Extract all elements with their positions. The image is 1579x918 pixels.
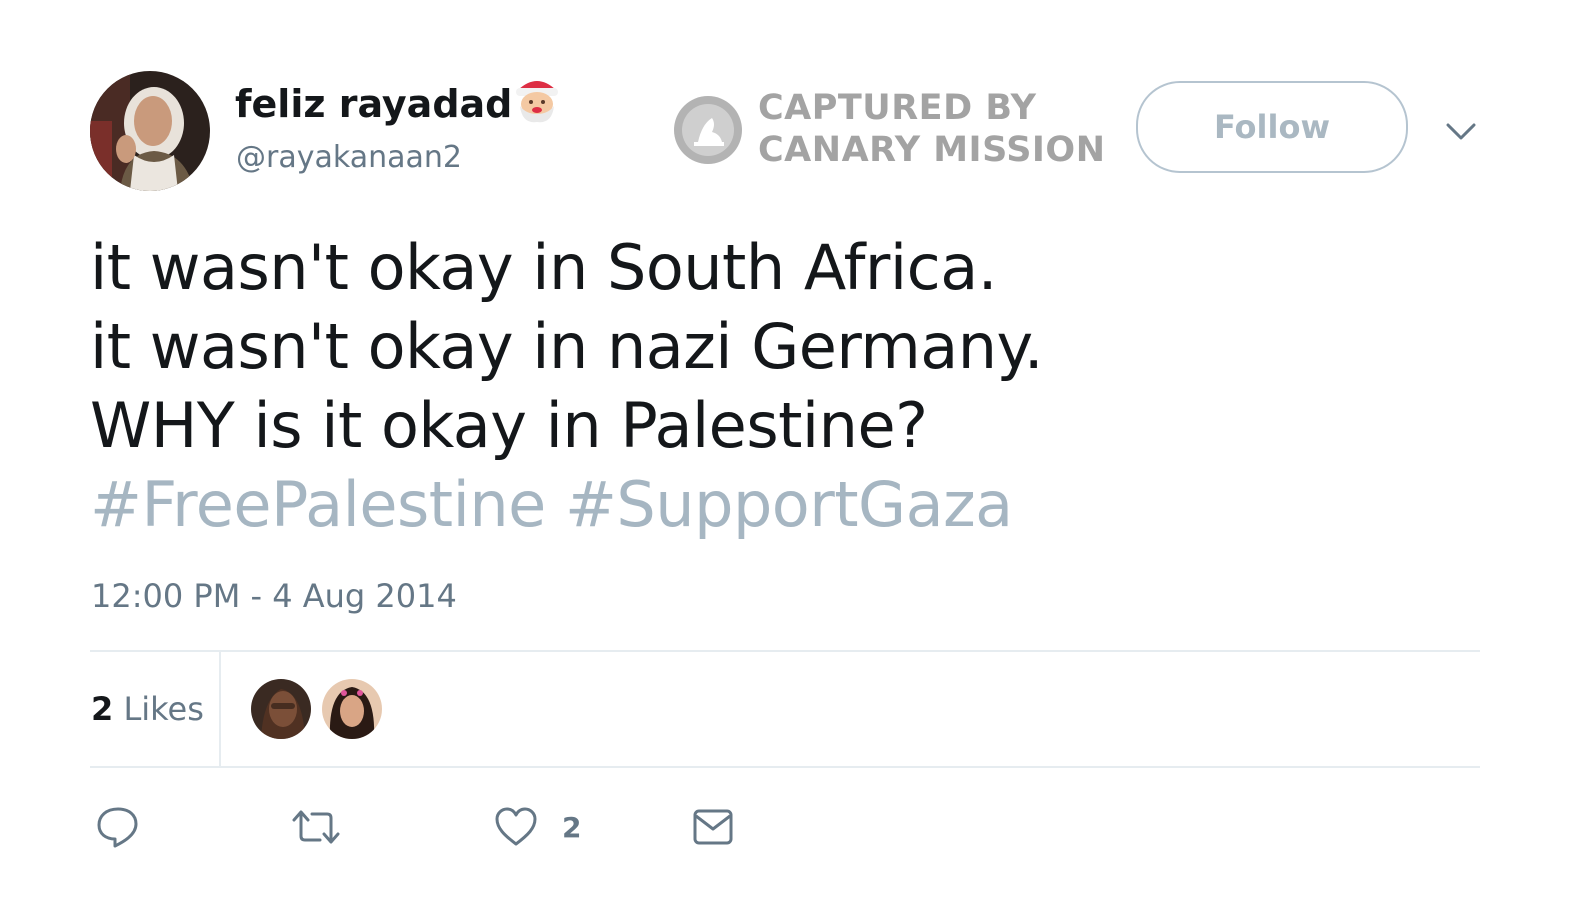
likes-count: 2 [91, 690, 114, 728]
like-count: 2 [562, 811, 582, 844]
tweet-timestamp[interactable]: 12:00 PM - 4 Aug 2014 [91, 575, 457, 617]
tweet-line: WHY is it okay in Palestine? [90, 389, 928, 462]
tweet-line: it wasn't okay in South Africa. [90, 231, 997, 304]
hashtag-link[interactable]: #SupportGaza [565, 468, 1013, 541]
likes-label: Likes [123, 690, 204, 728]
chevron-down-icon[interactable] [1444, 116, 1478, 146]
retweet-icon[interactable] [290, 808, 342, 846]
tweet-line: it wasn't okay in nazi Germany. [90, 310, 1044, 383]
author-avatar[interactable] [90, 71, 210, 191]
divider [90, 650, 1480, 652]
hashtag-line: #FreePalestine #SupportGaza [90, 465, 1043, 544]
canary-mission-logo-icon [674, 96, 742, 164]
tweet-text: it wasn't okay in South Africa. it wasn'… [90, 228, 1044, 544]
stats-divider [219, 652, 221, 766]
watermark-line-2: CANARY MISSION [758, 130, 1106, 170]
liker-avatar[interactable] [251, 679, 311, 739]
canary-mission-watermark: CAPTURED BY CANARY MISSION [670, 88, 1120, 170]
author-display-name[interactable]: feliz rayadad [235, 80, 512, 128]
liker-avatar[interactable] [322, 679, 382, 739]
watermark-line-1: CAPTURED BY [758, 88, 1037, 128]
follow-button[interactable]: Follow [1136, 81, 1408, 173]
likes-stat[interactable]: 2 Likes [91, 688, 204, 730]
hashtag-link[interactable]: #FreePalestine [90, 468, 546, 541]
envelope-icon[interactable] [692, 808, 734, 846]
santa-claus-icon [512, 70, 562, 124]
author-handle[interactable]: @rayakanaan2 [236, 138, 462, 178]
divider [90, 766, 1480, 768]
heart-icon[interactable] [494, 806, 538, 848]
reply-icon[interactable] [96, 805, 140, 849]
